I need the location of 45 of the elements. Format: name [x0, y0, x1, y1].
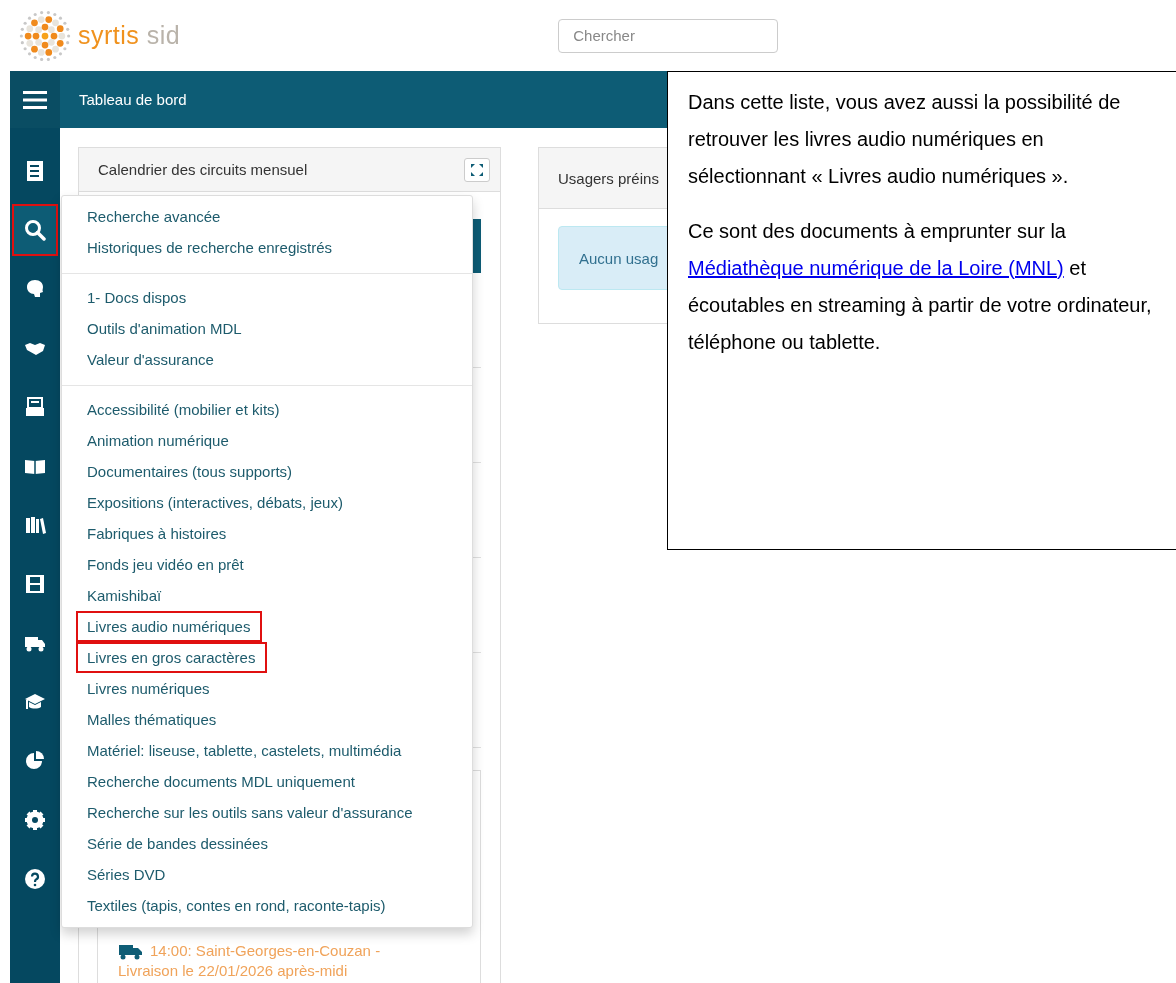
settings-icon — [24, 809, 46, 831]
film-icon — [24, 573, 46, 595]
expand-icon — [470, 162, 484, 177]
menu-item[interactable]: Livres en gros caractères — [76, 642, 268, 673]
menu-item[interactable]: Animation numérique — [76, 425, 241, 456]
menu-item[interactable]: Documentaires (tous supports) — [76, 456, 305, 487]
menu-item[interactable]: 1- Docs dispos — [76, 282, 199, 313]
pie-chart-icon — [24, 750, 46, 772]
help-icon — [24, 868, 46, 890]
menu-item[interactable]: Accessibilité (mobilier et kits) — [76, 394, 292, 425]
expand-button[interactable] — [464, 157, 490, 182]
menu-item[interactable]: Fonds jeu vidéo en prêt — [76, 549, 256, 580]
menu-item[interactable]: Recherche avancée — [76, 201, 233, 232]
sidebar-button[interactable] — [12, 204, 58, 256]
event-text: Livraison le 22/01/2026 après-midi — [118, 961, 349, 981]
search-icon — [24, 219, 46, 241]
menu-item[interactable]: Historiques de recherche enregistrés — [76, 232, 345, 263]
menu-item[interactable]: Expositions (interactives, débats, jeux) — [76, 487, 355, 518]
search-field[interactable]: Chercher — [558, 18, 779, 53]
menu-item[interactable]: Série de bandes dessinées — [76, 828, 280, 859]
archive-tray-icon — [24, 396, 46, 418]
menu-item[interactable]: Malles thématiques — [76, 704, 229, 735]
menu-item[interactable]: Kamishibaï — [76, 580, 174, 611]
menu-item[interactable]: Livres numériques — [76, 673, 222, 704]
event-text: 14:00: Saint-Georges-en-Couzan - — [150, 941, 381, 961]
menu-item[interactable]: Fabriques à histoires — [76, 518, 239, 549]
menu-icon — [23, 90, 47, 109]
logo-icon — [18, 8, 72, 63]
page-title: Tableau de bord — [79, 91, 187, 108]
menu-item[interactable]: Livres audio numériques — [76, 611, 263, 642]
logo-text: syrtis sid — [78, 21, 181, 50]
panel-title: Usagers préins — [558, 169, 659, 187]
books-icon — [24, 514, 46, 536]
truck-icon — [118, 942, 144, 960]
menu-item[interactable]: Recherche sur les outils sans valeur d'assurance — [76, 797, 425, 828]
menu-item[interactable]: Outils d'animation MDL — [76, 313, 254, 344]
menu-button[interactable] — [10, 71, 60, 128]
menu-item[interactable]: Matériel: liseuse, tablette, castelets, multimédia — [76, 735, 414, 766]
document-icon — [24, 160, 46, 182]
menu-item[interactable]: Valeur d'assurance — [76, 344, 226, 375]
callout-paragraph: Dans cette liste, vous avez aussi la possibilité de retrouver les livres audio numériques en sélectionnant « Livres audio numériques ». — [688, 90, 1122, 189]
menu-item[interactable]: Recherche documents MDL uniquement — [76, 766, 367, 797]
panel-title: Calendrier des circuits mensuel — [98, 161, 308, 178]
menu-item[interactable]: Séries DVD — [76, 859, 178, 890]
menu-item[interactable]: Textiles (tapis, contes en rond, raconte-tapis) — [76, 890, 398, 921]
